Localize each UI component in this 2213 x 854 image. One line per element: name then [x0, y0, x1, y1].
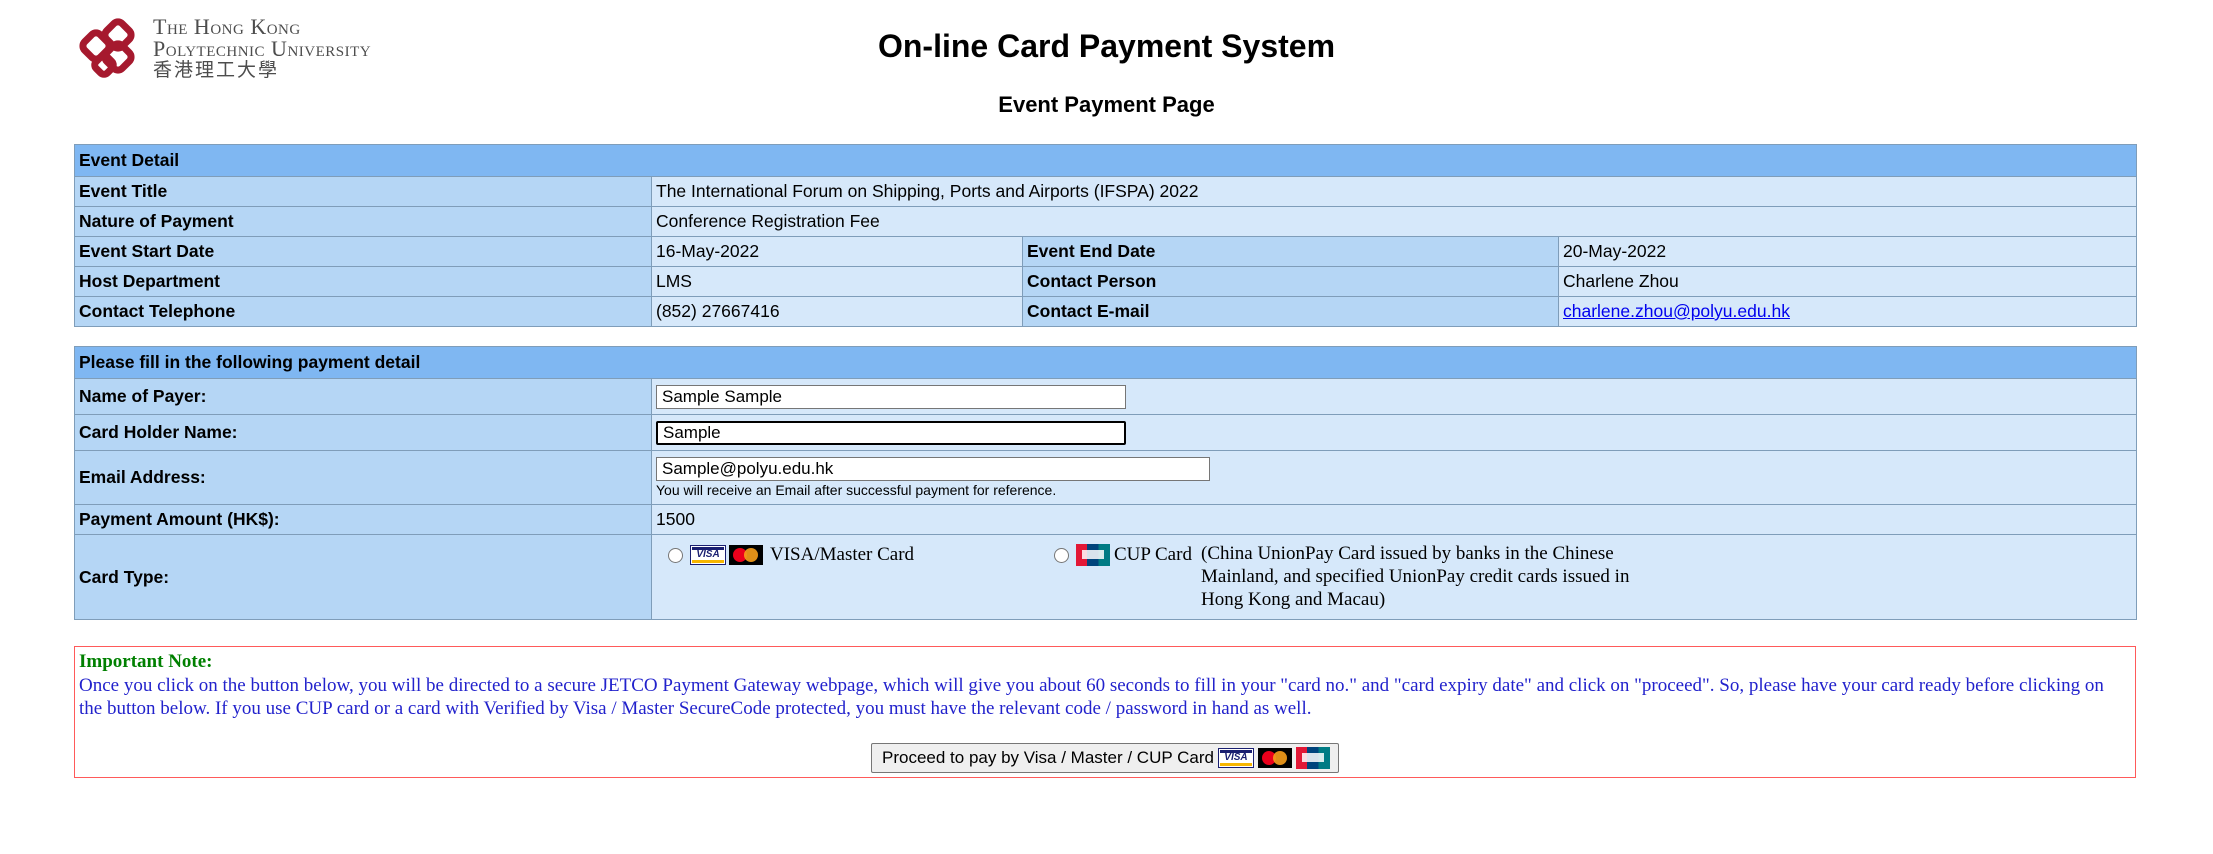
contact-email-cell: charlene.zhou@polyu.edu.hk: [1558, 296, 2137, 327]
payer-name-input[interactable]: [656, 384, 1126, 409]
email-hint: You will receive an Email after successf…: [656, 482, 1057, 498]
email-address-label: Email Address:: [74, 450, 652, 505]
important-note-title: Important Note:: [79, 651, 213, 672]
unionpay-card-icon: [1295, 747, 1330, 769]
visa-master-radio[interactable]: [668, 548, 683, 563]
cup-card-option[interactable]: CUP Card: [1076, 544, 1192, 566]
card-holder-name-input[interactable]: [656, 420, 1126, 445]
visa-master-option[interactable]: VISA VISA/Master Card: [690, 544, 914, 566]
payment-detail-header: Please fill in the following payment det…: [74, 346, 2137, 379]
mastercard-icon: [729, 545, 763, 565]
event-start-date-label: Event Start Date: [74, 236, 652, 267]
nature-of-payment-label: Nature of Payment: [74, 206, 652, 237]
contact-email-link[interactable]: charlene.zhou@polyu.edu.hk: [1563, 301, 1790, 321]
host-department-value: LMS: [651, 266, 1023, 297]
visa-card-icon: VISA: [690, 545, 726, 565]
page-subtitle: Event Payment Page: [998, 92, 1215, 117]
contact-person-value: Charlene Zhou: [1558, 266, 2137, 297]
event-detail-header: Event Detail: [74, 144, 2137, 177]
nature-of-payment-value: Conference Registration Fee: [651, 206, 2137, 237]
event-title-label: Event Title: [74, 176, 652, 207]
email-address-input[interactable]: [656, 457, 1210, 481]
card-type-label: Card Type:: [74, 534, 652, 620]
proceed-to-pay-button[interactable]: Proceed to pay by Visa / Master / CUP Ca…: [871, 743, 1339, 773]
host-department-label: Host Department: [74, 266, 652, 297]
cup-card-label: CUP Card: [1114, 544, 1192, 565]
cup-card-description: (China UnionPay Card issued by banks in …: [1201, 543, 1630, 610]
contact-telephone-label: Contact Telephone: [74, 296, 652, 327]
email-address-cell: You will receive an Email after successf…: [651, 450, 2137, 505]
unionpay-card-icon: [1076, 544, 1110, 566]
visa-card-icon: VISA: [1217, 748, 1254, 768]
page-title: On-line Card Payment System: [877, 28, 1336, 64]
mastercard-icon: [1257, 748, 1292, 768]
event-end-date-label: Event End Date: [1022, 236, 1559, 267]
payment-amount-value: 1500: [651, 504, 2137, 535]
important-note-box: Important Note: Once you click on the bu…: [74, 646, 2136, 778]
important-note-text: Once you click on the button below, you …: [79, 675, 2104, 719]
contact-email-label: Contact E-mail: [1022, 296, 1559, 327]
contact-telephone-value: (852) 27667416: [651, 296, 1023, 327]
card-holder-name-label: Card Holder Name:: [74, 414, 652, 451]
card-holder-name-cell: [651, 414, 2137, 451]
proceed-to-pay-label: Proceed to pay by Visa / Master / CUP Ca…: [882, 748, 1214, 767]
payment-amount-label: Payment Amount (HK$):: [74, 504, 652, 535]
card-type-cell: VISA VISA/Master Card CUP Card (China Un…: [651, 534, 2137, 620]
event-start-date-value: 16-May-2022: [651, 236, 1023, 267]
event-detail-table: Event Detail Event Title The Internation…: [74, 144, 2137, 327]
payer-name-cell: [651, 378, 2137, 415]
cup-card-radio[interactable]: [1054, 548, 1069, 563]
visa-master-label: VISA/Master Card: [770, 544, 915, 565]
payer-name-label: Name of Payer:: [74, 378, 652, 415]
payment-detail-table: Please fill in the following payment det…: [74, 346, 2137, 620]
contact-person-label: Contact Person: [1022, 266, 1559, 297]
event-end-date-value: 20-May-2022: [1558, 236, 2137, 267]
event-title-value: The International Forum on Shipping, Por…: [651, 176, 2137, 207]
